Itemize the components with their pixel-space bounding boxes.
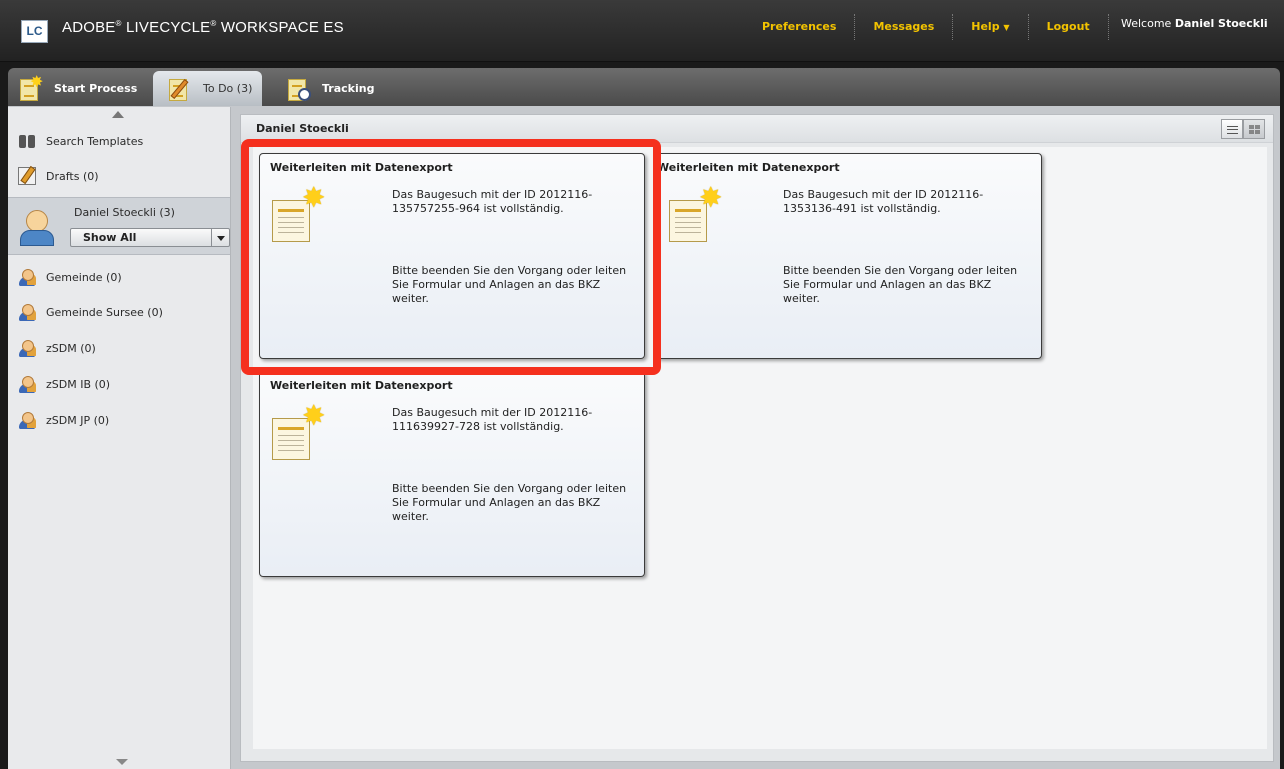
task-description: Das Baugesuch mit der ID 2012116-1353136… bbox=[783, 188, 984, 215]
app-title-brand: ADOBE bbox=[62, 19, 116, 36]
my-queue[interactable]: Daniel Stoeckli (3) Show All bbox=[8, 197, 230, 255]
card-view-button[interactable] bbox=[1243, 119, 1265, 139]
task-list-header: Daniel Stoeckli bbox=[241, 115, 1273, 143]
sidebar-item-label: zSDM (0) bbox=[46, 341, 96, 355]
preferences-link[interactable]: Preferences bbox=[748, 14, 854, 40]
sidebar-item-label: zSDM IB (0) bbox=[46, 377, 111, 391]
binoculars-icon bbox=[18, 132, 36, 150]
logout-link[interactable]: Logout bbox=[1027, 14, 1108, 40]
tracking-icon bbox=[286, 76, 314, 102]
scroll-down-icon[interactable] bbox=[116, 759, 128, 765]
queue-filter-value: Show All bbox=[83, 231, 137, 244]
task-title: Weiterleiten mit Datenexport bbox=[270, 379, 453, 392]
new-task-icon: ✸ bbox=[669, 184, 725, 244]
sidebar: Search Templates Drafts (0) Daniel Stoec… bbox=[8, 107, 231, 769]
task-area: Weiterleiten mit Datenexport ✸ Das Bauge… bbox=[253, 147, 1267, 749]
task-list-owner: Daniel Stoeckli bbox=[256, 122, 349, 135]
registered-mark: ® bbox=[210, 19, 217, 28]
app-title-suffix: WORKSPACE ES bbox=[220, 19, 344, 36]
app-title-product: LIVECYCLE bbox=[126, 19, 211, 36]
sidebar-item-label: Gemeinde Sursee (0) bbox=[46, 305, 163, 319]
tab-start-process[interactable]: ✸ Start Process bbox=[18, 71, 137, 106]
welcome-user-name: Daniel Stoeckli bbox=[1174, 17, 1268, 30]
sidebar-item-gemeinde[interactable]: Gemeinde (0) bbox=[18, 265, 223, 289]
scroll-up-icon[interactable] bbox=[112, 111, 124, 118]
sidebar-item-drafts[interactable]: Drafts (0) bbox=[18, 164, 223, 188]
chevron-down-icon: ▼ bbox=[1003, 23, 1010, 32]
sidebar-item-label: Gemeinde (0) bbox=[46, 270, 122, 284]
to-do-icon bbox=[167, 76, 195, 102]
tab-start-process-label: Start Process bbox=[54, 82, 138, 95]
sidebar-item-zsdm-jp[interactable]: zSDM JP (0) bbox=[18, 408, 223, 432]
tab-tracking[interactable]: Tracking bbox=[286, 71, 374, 106]
welcome-text: Welcome Daniel Stoeckli bbox=[1108, 14, 1268, 40]
lc-logo: LC bbox=[21, 20, 48, 43]
task-instructions: Bitte beenden Sie den Vorgang oder leite… bbox=[783, 264, 1018, 305]
new-task-icon: ✸ bbox=[272, 184, 328, 244]
task-card[interactable]: Weiterleiten mit Datenexport ✸ Das Bauge… bbox=[259, 153, 645, 359]
tab-to-do[interactable]: To Do (3) bbox=[153, 71, 263, 106]
drafts-icon bbox=[18, 167, 36, 185]
task-card[interactable]: Weiterleiten mit Datenexport ✸ Das Bauge… bbox=[656, 153, 1042, 359]
task-card[interactable]: Weiterleiten mit Datenexport ✸ Das Bauge… bbox=[259, 371, 645, 577]
task-description: Das Baugesuch mit der ID 2012116-1116399… bbox=[392, 406, 593, 433]
list-view-button[interactable] bbox=[1221, 119, 1243, 139]
sidebar-item-label: zSDM JP (0) bbox=[46, 413, 110, 427]
queue-filter-select[interactable]: Show All bbox=[70, 228, 230, 247]
header-links: Preferences Messages Help ▼ Logout bbox=[748, 14, 1108, 40]
sidebar-item-gemeinde-sursee[interactable]: Gemeinde Sursee (0) bbox=[18, 300, 223, 324]
task-description: Das Baugesuch mit der ID 2012116-1357572… bbox=[392, 188, 593, 215]
sidebar-item-search-templates[interactable]: Search Templates bbox=[18, 129, 223, 153]
tab-bar: ✸ Start Process To Do (3) Tracking bbox=[8, 68, 1280, 106]
tab-tracking-label: Tracking bbox=[322, 82, 375, 95]
sidebar-item-zsdm[interactable]: zSDM (0) bbox=[18, 336, 223, 360]
task-title: Weiterleiten mit Datenexport bbox=[657, 161, 840, 174]
view-toggle bbox=[1221, 119, 1265, 139]
group-queue-icon bbox=[18, 339, 36, 357]
list-view-icon bbox=[1227, 126, 1238, 134]
task-list-panel: Daniel Stoeckli Weiterleiten mit Datenex… bbox=[240, 114, 1274, 762]
welcome-prefix: Welcome bbox=[1121, 17, 1172, 30]
messages-link[interactable]: Messages bbox=[854, 14, 952, 40]
group-queue-icon bbox=[18, 303, 36, 321]
group-queue-icon bbox=[18, 411, 36, 429]
queue-owner-label: Daniel Stoeckli (3) bbox=[74, 206, 175, 219]
task-instructions: Bitte beenden Sie den Vorgang oder leite… bbox=[392, 482, 627, 523]
help-menu[interactable]: Help ▼ bbox=[952, 14, 1027, 40]
tab-to-do-label: To Do (3) bbox=[203, 82, 253, 95]
registered-mark: ® bbox=[115, 19, 122, 28]
sidebar-item-zsdm-ib[interactable]: zSDM IB (0) bbox=[18, 372, 223, 396]
sidebar-item-label: Drafts (0) bbox=[46, 169, 99, 183]
start-process-icon: ✸ bbox=[18, 73, 46, 102]
avatar bbox=[18, 210, 56, 246]
grid-view-icon bbox=[1249, 125, 1260, 134]
help-link-label: Help bbox=[971, 20, 1000, 33]
task-title: Weiterleiten mit Datenexport bbox=[270, 161, 453, 174]
chevron-down-icon bbox=[211, 229, 229, 246]
app-title: ADOBE® LIVECYCLE® WORKSPACE ES bbox=[62, 19, 344, 36]
task-instructions: Bitte beenden Sie den Vorgang oder leite… bbox=[392, 264, 627, 305]
group-queue-icon bbox=[18, 375, 36, 393]
group-queue-icon bbox=[18, 268, 36, 286]
sidebar-item-label: Search Templates bbox=[46, 134, 144, 148]
top-header: LC ADOBE® LIVECYCLE® WORKSPACE ES Prefer… bbox=[0, 0, 1284, 62]
new-task-icon: ✸ bbox=[272, 402, 328, 462]
